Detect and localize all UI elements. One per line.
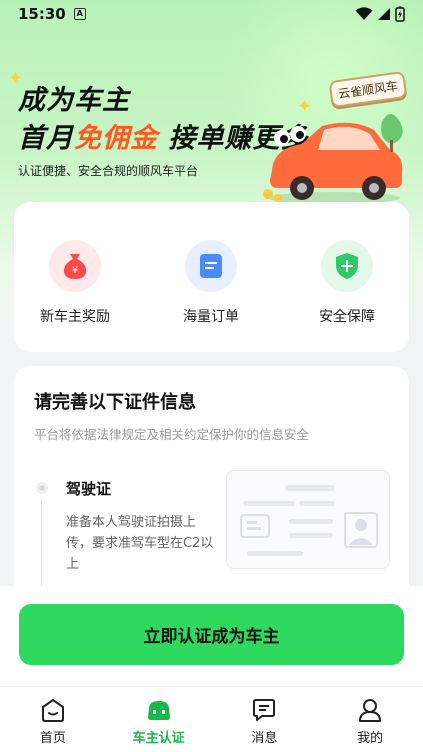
benefit-label: 新车主奖励 bbox=[40, 309, 110, 325]
home-icon bbox=[41, 699, 64, 722]
benefits-card: ¥ 新车主奖励 海量订单 安全保障 bbox=[14, 202, 409, 352]
hero-subline: 认证便捷、安全合规的顺风车平台 bbox=[18, 164, 199, 178]
battery-icon bbox=[395, 6, 405, 22]
license-placeholder-icon bbox=[240, 485, 378, 556]
hero-accent-text: 免佣金 bbox=[74, 123, 158, 154]
benefit-massive-orders[interactable]: 海量订单 bbox=[156, 240, 266, 326]
wifi-icon bbox=[355, 7, 373, 20]
driver-license-upload[interactable] bbox=[226, 470, 390, 569]
step-indicator bbox=[36, 482, 48, 494]
money-bag-icon: ¥ bbox=[63, 254, 87, 279]
status-time: 15:30 bbox=[18, 5, 66, 23]
tab-owner-certification[interactable]: 车主认证 bbox=[106, 687, 212, 752]
profile-icon bbox=[359, 699, 382, 722]
benefit-new-owner-reward[interactable]: ¥ 新车主奖励 bbox=[20, 240, 130, 326]
message-icon bbox=[253, 699, 276, 721]
benefit-safety-guarantee[interactable]: 安全保障 bbox=[292, 240, 402, 326]
tab-profile[interactable]: 我的 bbox=[317, 687, 423, 752]
documents-description: 平台将依据法律规定及相关约定保护你的信息安全 bbox=[34, 427, 310, 442]
document-icon bbox=[200, 254, 222, 278]
cta-area: 立即认证成为车主 bbox=[0, 586, 423, 686]
step-line bbox=[41, 500, 42, 590]
documents-card: 请完善以下证件信息 平台将依据法律规定及相关约定保护你的信息安全 驾驶证 准备本… bbox=[14, 366, 409, 606]
certify-owner-button[interactable]: 立即认证成为车主 bbox=[19, 604, 404, 665]
tab-messages[interactable]: 消息 bbox=[212, 687, 318, 752]
hero-headline: 成为车主 bbox=[18, 85, 130, 116]
car-icon bbox=[147, 701, 170, 720]
document-name: 驾驶证 bbox=[66, 480, 112, 498]
benefit-label: 海量订单 bbox=[183, 309, 239, 325]
svg-text:¥: ¥ bbox=[72, 266, 78, 276]
status-bar: 15:30 A bbox=[0, 0, 423, 28]
tab-home[interactable]: 首页 bbox=[0, 687, 106, 752]
bottom-tab-bar: 首页 车主认证 消息 我的 bbox=[0, 686, 423, 752]
document-tip: 准备本人驾驶证拍摄上传，要求准驾车型在C2以上 bbox=[66, 515, 214, 572]
car-illustration bbox=[263, 114, 403, 204]
shield-icon bbox=[336, 253, 358, 279]
signal-icon bbox=[378, 8, 390, 20]
notification-badge: A bbox=[73, 8, 86, 20]
benefit-label: 安全保障 bbox=[319, 309, 375, 325]
documents-title: 请完善以下证件信息 bbox=[34, 392, 196, 413]
